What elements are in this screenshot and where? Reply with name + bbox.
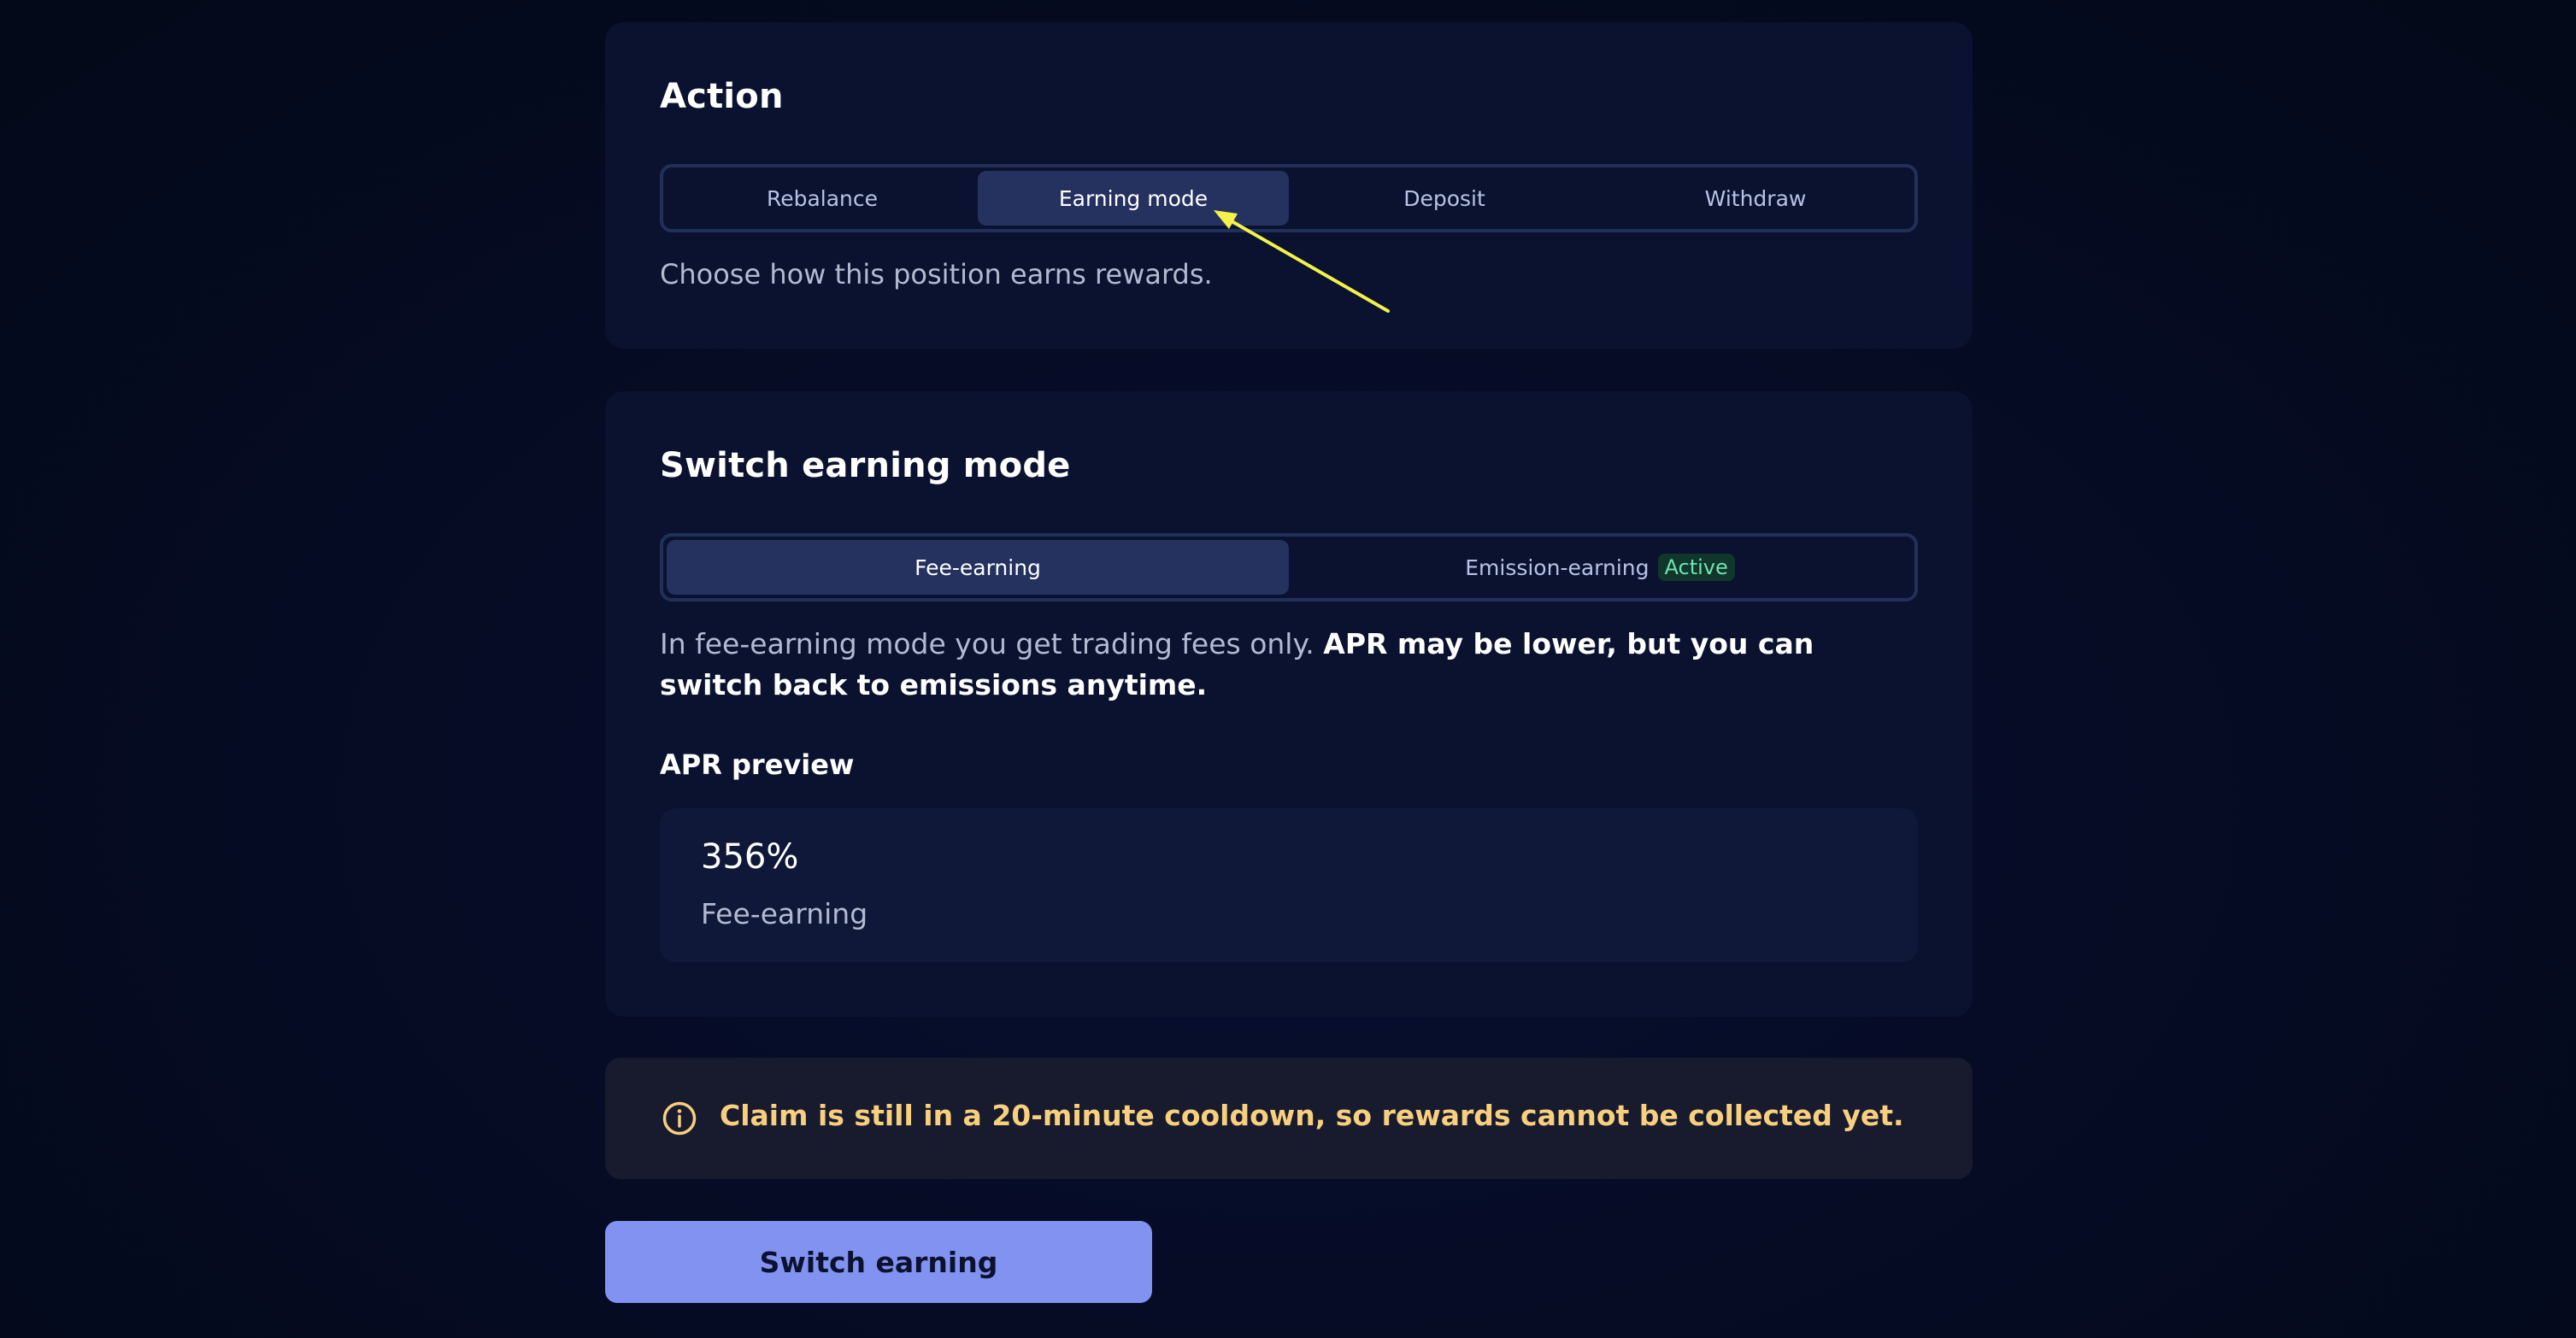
page: Action Rebalance Earning mode Deposit Wi…: [0, 0, 2576, 1338]
cooldown-notice-text: Claim is still in a 20-minute cooldown, …: [720, 1099, 1904, 1132]
tab-deposit[interactable]: Deposit: [1289, 171, 1600, 226]
cooldown-notice: Claim is still in a 20-minute cooldown, …: [605, 1058, 1973, 1179]
apr-mode: Fee-earning: [701, 897, 868, 930]
option-emission-earning-label: Emission-earning: [1465, 555, 1650, 580]
tab-earning-mode[interactable]: Earning mode: [978, 171, 1289, 226]
apr-value: 356%: [701, 837, 799, 877]
earning-mode-toggle: Fee-earning Emission-earning Active: [660, 533, 1918, 602]
switch-earning-card: Switch earning mode Fee-earning Emission…: [605, 391, 1973, 1017]
action-card-subtext: Choose how this position earns rewards.: [660, 258, 1213, 290]
option-fee-earning[interactable]: Fee-earning: [667, 540, 1289, 595]
action-tabs: Rebalance Earning mode Deposit Withdraw: [660, 164, 1918, 232]
option-emission-earning[interactable]: Emission-earning Active: [1289, 540, 1911, 595]
switch-earning-button[interactable]: Switch earning: [605, 1221, 1152, 1303]
apr-preview-box: 356% Fee-earning: [660, 808, 1918, 962]
apr-preview-label: APR preview: [660, 748, 855, 781]
mode-description-plain: In fee-earning mode you get trading fees…: [660, 627, 1324, 660]
action-card-title: Action: [660, 77, 784, 116]
switch-card-title: Switch earning mode: [660, 446, 1071, 485]
info-icon: [662, 1101, 697, 1136]
tab-withdraw[interactable]: Withdraw: [1600, 171, 1911, 226]
option-fee-earning-label: Fee-earning: [915, 555, 1041, 580]
tab-rebalance[interactable]: Rebalance: [667, 171, 978, 226]
mode-description: In fee-earning mode you get trading fees…: [660, 624, 1925, 706]
action-card: Action Rebalance Earning mode Deposit Wi…: [605, 22, 1973, 349]
active-badge: Active: [1657, 554, 1735, 581]
